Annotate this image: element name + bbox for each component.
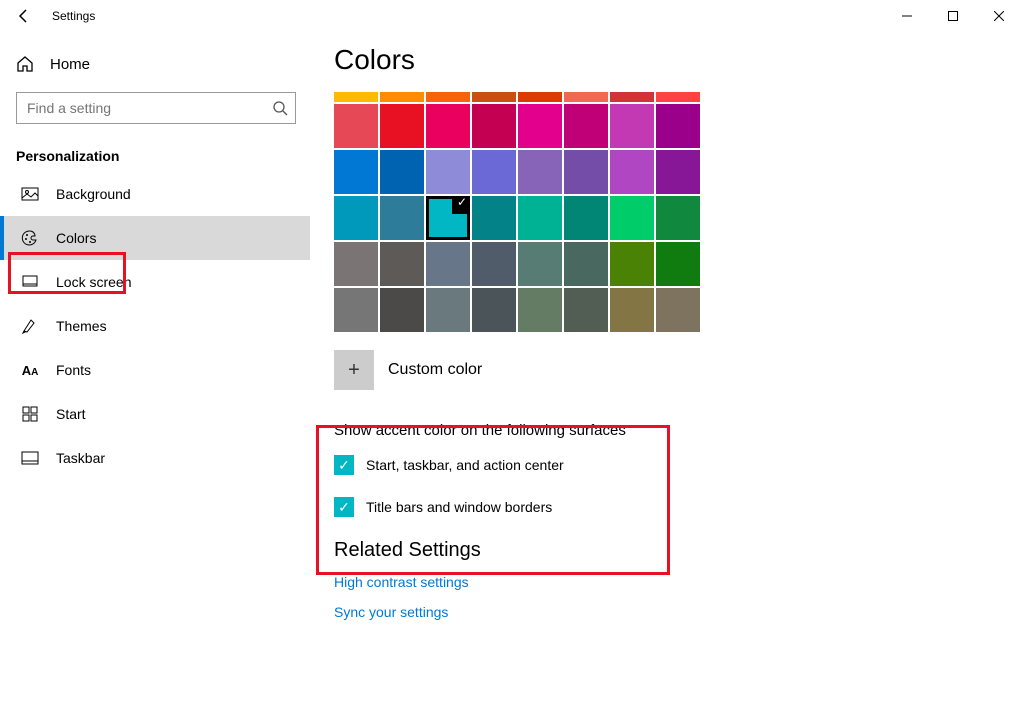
color-swatch[interactable] [334,196,378,240]
home-button[interactable]: Home [0,44,310,84]
color-swatch[interactable] [564,104,608,148]
start-icon [20,406,40,422]
color-swatch[interactable] [426,242,470,286]
color-swatch[interactable] [380,150,424,194]
color-swatch[interactable] [656,150,700,194]
sidebar-item-background[interactable]: Background [0,172,310,216]
color-swatch[interactable] [472,104,516,148]
palette-icon [20,229,40,247]
color-swatch[interactable] [334,242,378,286]
surfaces-heading: Show accent color on the following surfa… [334,422,998,439]
color-swatch[interactable] [472,196,516,240]
link-high-contrast[interactable]: High contrast settings [334,574,998,590]
taskbar-icon [20,449,40,467]
sidebar-item-colors[interactable]: Colors [0,216,310,260]
search-input[interactable] [16,92,296,124]
link-sync-settings[interactable]: Sync your settings [334,604,998,620]
themes-icon [20,317,40,335]
color-swatch[interactable] [518,150,562,194]
color-swatch[interactable] [472,150,516,194]
color-swatch[interactable] [426,92,470,102]
color-swatch[interactable] [610,92,654,102]
color-swatch[interactable] [426,150,470,194]
fonts-icon: AA [20,363,40,378]
color-swatch[interactable] [380,104,424,148]
color-swatch[interactable] [518,288,562,332]
color-swatch[interactable] [334,288,378,332]
color-swatch[interactable] [564,92,608,102]
color-swatch[interactable] [334,104,378,148]
sidebar-item-start[interactable]: Start [0,392,310,436]
back-button[interactable] [8,0,40,32]
checkbox-titlebars[interactable]: ✓ [334,497,354,517]
color-swatch[interactable] [564,242,608,286]
color-swatch[interactable] [472,288,516,332]
color-swatch[interactable] [564,196,608,240]
custom-color-button[interactable]: + [334,350,374,390]
sidebar-item-fonts[interactable]: AA Fonts [0,348,310,392]
sidebar-item-themes[interactable]: Themes [0,304,310,348]
color-swatch[interactable] [380,196,424,240]
color-swatch[interactable] [426,104,470,148]
color-swatch[interactable] [610,242,654,286]
color-swatch[interactable] [518,242,562,286]
color-swatch[interactable] [656,196,700,240]
sidebar-item-lockscreen[interactable]: Lock screen [0,260,310,304]
color-swatch[interactable] [472,242,516,286]
window-title: Settings [52,9,95,23]
related-settings-title: Related Settings [334,539,998,562]
custom-color-label: Custom color [388,361,482,379]
close-button[interactable] [976,0,1022,32]
checkbox-start-taskbar-label: Start, taskbar, and action center [366,457,564,473]
color-swatch[interactable] [472,92,516,102]
color-swatch[interactable] [564,288,608,332]
color-swatch[interactable] [656,288,700,332]
minimize-button[interactable] [884,0,930,32]
color-swatch[interactable] [426,196,470,240]
color-swatch[interactable] [426,288,470,332]
search-icon [272,100,288,116]
color-row-thin [334,92,998,102]
color-swatch[interactable] [656,104,700,148]
section-title: Personalization [0,132,310,172]
color-swatch[interactable] [610,196,654,240]
color-swatch[interactable] [610,288,654,332]
color-swatch[interactable] [564,150,608,194]
color-swatch[interactable] [518,92,562,102]
color-swatch[interactable] [610,104,654,148]
color-swatch[interactable] [610,150,654,194]
color-swatch[interactable] [656,242,700,286]
checkbox-titlebars-label: Title bars and window borders [366,499,552,515]
picture-icon [20,185,40,203]
home-icon [16,55,34,73]
lockscreen-icon [20,273,40,291]
color-swatch[interactable] [518,196,562,240]
home-label: Home [50,56,90,73]
color-swatch[interactable] [380,288,424,332]
color-swatch[interactable] [656,92,700,102]
page-title: Colors [334,44,998,76]
maximize-button[interactable] [930,0,976,32]
sidebar: Home Personalization Background Colors L… [0,32,310,726]
color-swatch[interactable] [334,92,378,102]
content: Colors + Custom color Show accent color … [310,32,1022,726]
color-palette [334,104,998,332]
checkbox-start-taskbar[interactable]: ✓ [334,455,354,475]
color-swatch[interactable] [518,104,562,148]
sidebar-item-taskbar[interactable]: Taskbar [0,436,310,480]
color-swatch[interactable] [380,242,424,286]
color-swatch[interactable] [334,150,378,194]
color-swatch[interactable] [380,92,424,102]
